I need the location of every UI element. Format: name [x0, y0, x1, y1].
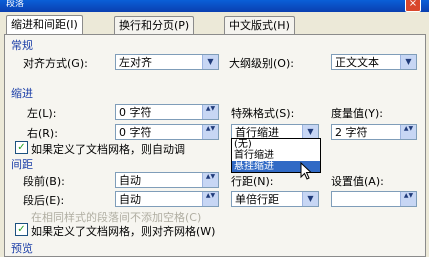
tab-line-page-breaks[interactable]: 换行和分页(P) — [114, 16, 195, 34]
chevron-down-icon: ▼ — [302, 192, 318, 206]
left-indent-label: 左(L): — [27, 107, 57, 120]
align-label: 对齐方式(G): — [23, 57, 88, 70]
auto-indent-grid-checkbox[interactable]: ✓ — [15, 141, 28, 154]
space-before-label: 段前(B): — [23, 175, 65, 188]
outline-level-value: 正文文本 — [335, 56, 379, 69]
space-after-label: 段后(E): — [23, 194, 65, 207]
setting-value-input[interactable]: ▲▼ — [331, 191, 417, 207]
amount-value: 2 字符 — [335, 126, 368, 139]
right-indent-value: 0 字符 — [119, 126, 152, 139]
right-indent-input[interactable]: 0 字符 ▲▼ — [115, 124, 219, 140]
paragraph-panel: 常规 对齐方式(G): 左对齐 ▼ 大纲级别(O): 正文文本 ▼ 缩进 左(L… — [4, 34, 426, 257]
spinner-icon[interactable]: ▲▼ — [202, 192, 218, 206]
dropdown-option-first-line[interactable]: 首行缩进 — [232, 150, 320, 161]
line-spacing-value: 单倍行距 — [235, 193, 279, 206]
left-indent-value: 0 字符 — [119, 106, 152, 119]
spinner-icon[interactable]: ▲▼ — [400, 192, 416, 206]
auto-indent-grid-label: 如果定义了文档网格，则自动调 — [31, 143, 185, 156]
align-value: 左对齐 — [119, 56, 152, 69]
amount-input[interactable]: 2 字符 ▲▼ — [331, 124, 417, 140]
spinner-icon[interactable]: ▲▼ — [400, 125, 416, 139]
arrow-cursor-icon — [300, 162, 312, 180]
chevron-down-icon: ▼ — [400, 55, 416, 69]
chevron-down-icon: ▼ — [302, 125, 318, 139]
amount-label: 度量值(Y): — [331, 107, 384, 120]
title-bar: 段落 × — [0, 0, 429, 12]
tab-asian-typography[interactable]: 中文版式(H) — [224, 16, 295, 34]
space-before-value: 自动 — [119, 174, 141, 187]
line-spacing-select[interactable]: 单倍行距 ▼ — [231, 191, 319, 207]
space-after-value: 自动 — [119, 193, 141, 206]
line-spacing-label: 行距(N): — [231, 175, 274, 188]
special-format-label: 特殊格式(S): — [231, 107, 295, 120]
left-indent-input[interactable]: 0 字符 ▲▼ — [115, 104, 219, 120]
space-before-input[interactable]: 自动 ▲▼ — [115, 172, 219, 188]
window-title: 段落 — [6, 0, 25, 9]
spinner-icon[interactable]: ▲▼ — [202, 173, 218, 187]
spinner-icon[interactable]: ▲▼ — [202, 105, 218, 119]
close-button[interactable]: × — [405, 0, 421, 12]
spinner-icon[interactable]: ▲▼ — [202, 125, 218, 139]
right-indent-label: 右(R): — [27, 127, 58, 140]
outline-level-select[interactable]: 正文文本 ▼ — [331, 54, 417, 70]
indent-section-title: 缩进 — [11, 87, 33, 100]
snap-to-grid-label: 如果定义了文档网格，则对齐网格(W) — [31, 225, 216, 238]
spacing-section-title: 间距 — [11, 158, 33, 171]
outline-level-label: 大纲级别(O): — [229, 57, 294, 70]
space-after-input[interactable]: 自动 ▲▼ — [115, 191, 219, 207]
setting-value-label: 设置值(A): — [331, 175, 384, 188]
general-section-title: 常规 — [11, 39, 33, 52]
chevron-down-icon: ▼ — [202, 55, 218, 69]
snap-to-grid-checkbox[interactable]: ✓ — [15, 223, 28, 236]
align-select[interactable]: 左对齐 ▼ — [115, 54, 219, 70]
dropdown-option-none[interactable]: (无) — [232, 139, 320, 150]
preview-section-title: 预览 — [11, 242, 33, 255]
